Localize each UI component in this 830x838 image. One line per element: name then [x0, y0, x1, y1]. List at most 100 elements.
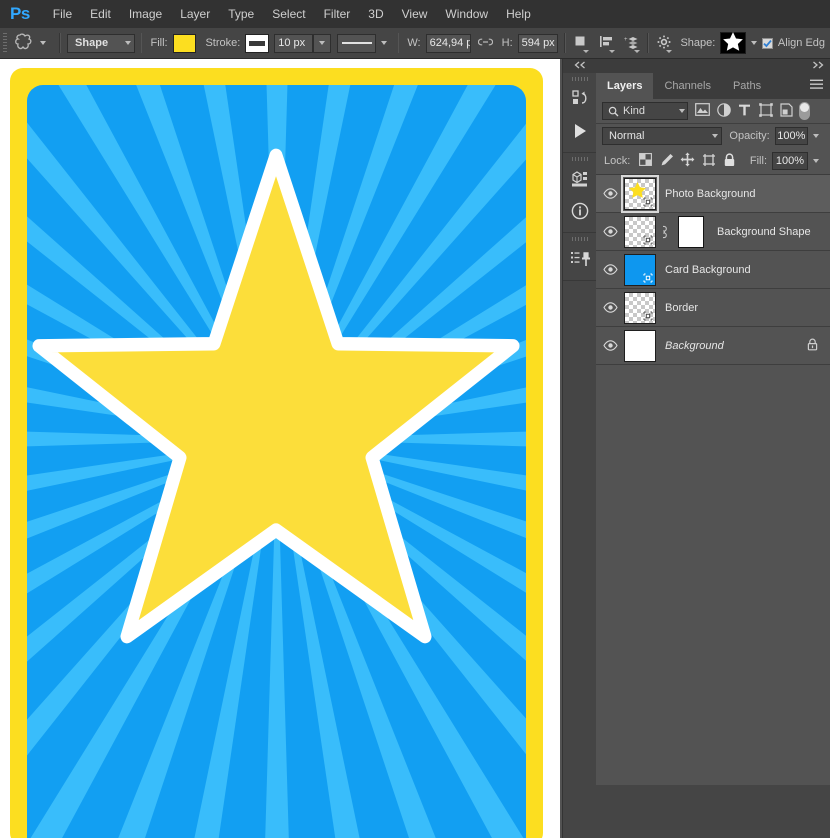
layer-visibility-toggle[interactable] [596, 226, 624, 237]
photoshop-window: Ps File Edit Image Layer Type Select Fil… [0, 0, 830, 838]
menu-item-file[interactable]: File [44, 0, 81, 28]
menu-item-type[interactable]: Type [219, 0, 263, 28]
path-options-gear-button[interactable] [655, 32, 674, 54]
filter-kind-dropdown[interactable]: Kind [602, 102, 688, 120]
menu-item-filter[interactable]: Filter [315, 0, 360, 28]
layer-visibility-toggle[interactable] [596, 340, 624, 351]
actions-panel-button[interactable] [563, 116, 597, 148]
collapse-panels-button[interactable] [563, 59, 597, 73]
layers-empty-area[interactable] [596, 365, 830, 785]
link-chain-icon[interactable] [478, 36, 493, 51]
opacity-chevron-down-icon[interactable] [813, 134, 819, 138]
menu-item-3d[interactable]: 3D [359, 0, 392, 28]
path-operations-icon [574, 35, 587, 51]
shape-preset-chevron-down-icon[interactable] [751, 41, 757, 45]
menu-item-image[interactable]: Image [120, 0, 171, 28]
custom-shape-tool-button[interactable] [11, 32, 53, 55]
panel-expand-bar[interactable] [596, 59, 830, 73]
actions-play-icon [570, 121, 590, 144]
lock-artboard-nesting-button[interactable] [698, 151, 719, 171]
tab-layers[interactable]: Layers [596, 73, 653, 99]
stroke-width-input[interactable]: 10 px [274, 34, 312, 53]
filter-adjustment-button[interactable] [713, 101, 734, 121]
lock-all-button[interactable] [719, 151, 740, 171]
opacity-input[interactable]: 100% [775, 127, 808, 145]
history-panel-button[interactable] [563, 84, 597, 116]
svg-text:+: + [624, 37, 628, 43]
menu-item-view[interactable]: View [393, 0, 437, 28]
panel-menu-button[interactable] [803, 73, 830, 99]
blend-mode-row: Normal Opacity: 100% [596, 124, 830, 148]
layer-visibility-toggle[interactable] [596, 264, 624, 275]
filter-kind-chevron-down-icon [679, 109, 685, 113]
layer-name[interactable]: Background [665, 340, 807, 352]
fill-swatch[interactable] [173, 34, 197, 53]
path-operations-button[interactable] [572, 32, 591, 54]
height-input[interactable]: 594 px [518, 34, 558, 53]
table-row[interactable]: Card Background [596, 251, 830, 289]
layer-visibility-toggle[interactable] [596, 188, 624, 199]
stroke-style-dropdown[interactable] [376, 34, 391, 53]
filter-smart-object-button[interactable] [776, 101, 797, 121]
layer-thumbnail-cell[interactable] [624, 330, 656, 362]
layer-visibility-toggle[interactable] [596, 302, 624, 313]
shape-mode-dropdown[interactable]: Shape [67, 34, 135, 53]
filter-enable-toggle[interactable] [799, 102, 810, 120]
info-panel-button[interactable] [563, 196, 597, 228]
document-canvas[interactable] [0, 59, 560, 838]
menu-item-layer[interactable]: Layer [171, 0, 219, 28]
lock-position-icon [680, 152, 695, 170]
menu-item-help[interactable]: Help [497, 0, 540, 28]
properties-3d-panel-button[interactable] [563, 164, 597, 196]
layer-name[interactable]: Card Background [665, 264, 830, 276]
fill-opacity-chevron-down-icon[interactable] [813, 159, 819, 163]
table-row[interactable]: Background [596, 327, 830, 365]
stroke-style-button[interactable] [337, 34, 376, 53]
mask-link-icon[interactable] [659, 225, 671, 239]
stroke-width-dropdown[interactable] [313, 34, 332, 53]
table-row[interactable]: Background Shape [596, 213, 830, 251]
layer-thumbnail-cell[interactable] [624, 254, 656, 286]
menu-item-window[interactable]: Window [436, 0, 497, 28]
tab-channels[interactable]: Channels [653, 73, 721, 99]
align-edges-checkbox[interactable] [762, 38, 773, 49]
table-row[interactable]: Border [596, 289, 830, 327]
path-alignment-button[interactable] [597, 32, 616, 54]
layer-name[interactable]: Border [665, 302, 830, 314]
filter-adjustment-icon [717, 103, 731, 120]
lock-transparent-pixels-icon [639, 153, 652, 169]
menu-item-edit[interactable]: Edit [81, 0, 120, 28]
dock-group-properties [563, 157, 597, 233]
stroke-swatch[interactable] [245, 34, 269, 53]
filter-type-button[interactable] [734, 101, 755, 121]
tool-preset-chevron-down-icon[interactable] [40, 41, 46, 45]
options-bar-grip[interactable] [3, 33, 7, 53]
layer-name[interactable]: Photo Background [665, 188, 830, 200]
lock-all-icon [723, 153, 736, 170]
table-row[interactable]: Photo Background [596, 175, 830, 213]
layer-thumbnail-cell[interactable] [624, 292, 656, 324]
layer-name[interactable]: Background Shape [717, 226, 830, 238]
filter-pixel-button[interactable] [692, 101, 713, 121]
shape-preset-picker[interactable] [720, 32, 746, 54]
history-panel-icon [571, 89, 590, 111]
dock-grip-3[interactable] [572, 237, 588, 241]
lock-transparent-pixels-button[interactable] [635, 151, 656, 171]
filter-shape-button[interactable] [755, 101, 776, 121]
lock-image-pixels-button[interactable] [656, 151, 677, 171]
lock-position-button[interactable] [677, 151, 698, 171]
properties-3d-panel-icon [570, 169, 590, 192]
tab-paths[interactable]: Paths [722, 73, 772, 99]
blend-mode-dropdown[interactable]: Normal [602, 127, 722, 145]
fill-opacity-input[interactable]: 100% [772, 152, 808, 170]
menu-item-select[interactable]: Select [263, 0, 314, 28]
dock-grip-1[interactable] [572, 77, 588, 81]
path-arrangement-button[interactable]: + [623, 32, 642, 54]
layer-mask-thumbnail[interactable] [678, 216, 704, 248]
clone-source-panel-button[interactable] [563, 244, 597, 276]
width-input[interactable]: 624,94 p [426, 34, 471, 53]
white-thumbnail [624, 330, 656, 362]
dock-grip-2[interactable] [572, 157, 588, 161]
layer-thumbnail-cell[interactable] [624, 216, 704, 248]
layer-thumbnail-cell[interactable] [624, 178, 656, 210]
